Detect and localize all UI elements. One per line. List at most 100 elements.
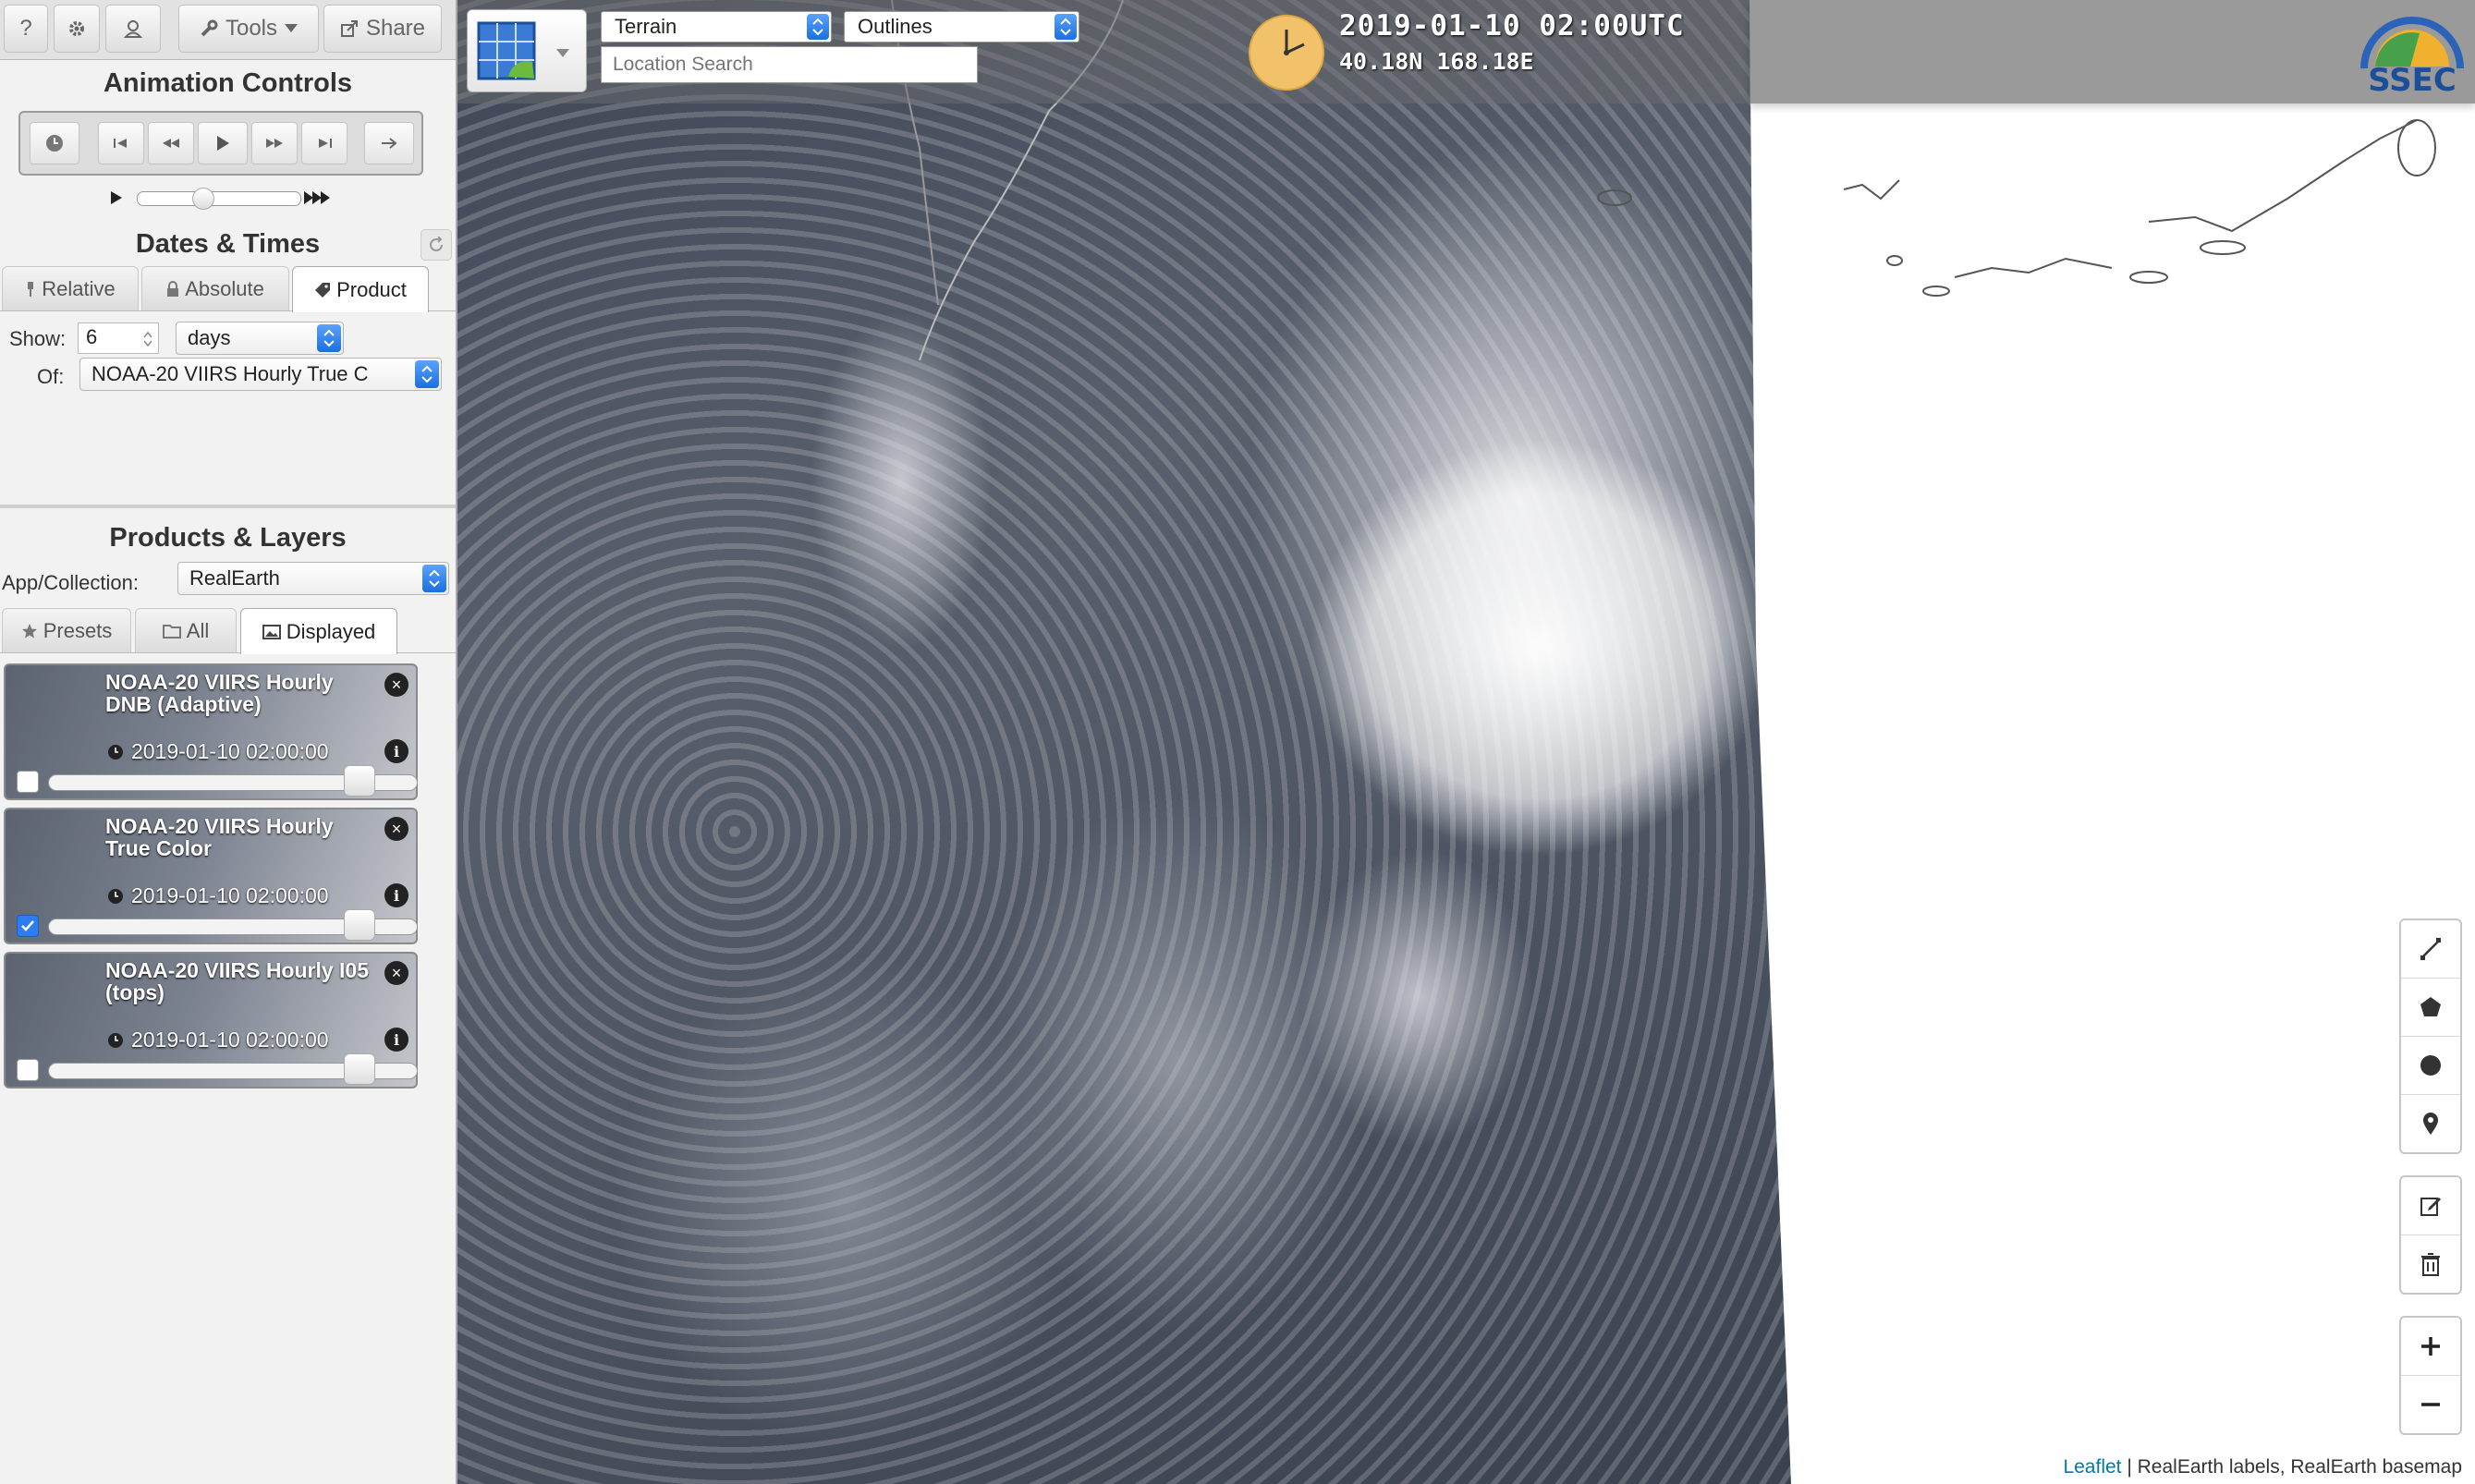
step-forward-button[interactable] [251, 122, 298, 164]
clock-icon [108, 888, 123, 904]
last-frame-button[interactable] [301, 122, 347, 164]
delete-layers-button[interactable] [2401, 1235, 2460, 1293]
folder-icon [162, 624, 181, 639]
speed-slider-track[interactable] [137, 191, 301, 206]
panel-divider[interactable] [0, 505, 456, 508]
draw-line-button[interactable] [2401, 920, 2460, 979]
show-count-value: 6 [86, 325, 98, 348]
edit-icon [2420, 1198, 2441, 1216]
draw-circle-button[interactable] [2401, 1037, 2460, 1095]
layer-card-dnb[interactable]: NOAA-20 VIIRS Hourly DNB (Adaptive) × 20… [4, 663, 418, 800]
zoom-in-button[interactable] [2401, 1318, 2460, 1376]
layer-card-i05[interactable]: NOAA-20 VIIRS Hourly I05 (tops) × 2019-0… [4, 952, 418, 1089]
clock-icon [108, 1032, 123, 1048]
loop-button[interactable] [30, 122, 79, 164]
opacity-slider-handle[interactable] [344, 909, 375, 941]
layer-time-value: 2019-01-10 02:00:00 [131, 1028, 329, 1052]
basemap-select[interactable]: Terrain [601, 11, 832, 43]
reset-dates-button[interactable] [421, 229, 452, 261]
opacity-slider-handle[interactable] [344, 765, 375, 797]
tab-relative[interactable]: Relative [2, 266, 139, 310]
show-count-input[interactable]: 6 [78, 322, 159, 354]
slow-icon [111, 191, 122, 204]
edit-layers-button[interactable] [2401, 1177, 2460, 1235]
show-label: Show: [9, 327, 67, 350]
first-frame-button[interactable] [98, 122, 144, 164]
draw-polygon-button[interactable] [2401, 979, 2460, 1037]
clock-icon [108, 744, 123, 760]
info-icon[interactable]: i [384, 1028, 408, 1052]
step-back-button[interactable] [148, 122, 194, 164]
leaflet-link[interactable]: Leaflet [2063, 1456, 2121, 1478]
tab-presets-label: Presets [43, 618, 113, 642]
of-product-select[interactable]: NOAA-20 VIIRS Hourly True C [79, 358, 442, 391]
close-icon[interactable]: × [384, 673, 408, 697]
animation-controls-title: Animation Controls [103, 68, 353, 98]
ssec-logo[interactable]: SSEC [2355, 13, 2469, 99]
tab-product-label: Product [336, 277, 407, 301]
speed-slider-handle[interactable] [192, 188, 214, 210]
opacity-slider-handle[interactable] [344, 1053, 375, 1085]
wrench-icon [201, 19, 218, 37]
overlay-select[interactable]: Outlines [844, 11, 1079, 43]
location-search-input[interactable] [601, 46, 978, 83]
user-button[interactable] [105, 5, 161, 53]
close-icon[interactable]: × [384, 961, 408, 985]
spinner-icon[interactable] [143, 331, 152, 347]
tab-presets[interactable]: Presets [2, 608, 131, 652]
plus-icon [2421, 1337, 2440, 1356]
circle-icon [2420, 1055, 2441, 1076]
layer-visibility-checkbox[interactable] [17, 771, 39, 793]
tab-relative-label: Relative [42, 276, 116, 300]
zoom-controls [2399, 1316, 2462, 1435]
attribution-text: | RealEarth labels, RealEarth basemap [2121, 1456, 2462, 1478]
skip-start-icon [114, 139, 127, 148]
tab-displayed[interactable]: Displayed [240, 608, 397, 654]
tag-icon [315, 282, 331, 298]
play-button[interactable] [198, 122, 248, 164]
layer-card-true-color[interactable]: NOAA-20 VIIRS Hourly True Color × 2019-0… [4, 808, 418, 944]
share-icon [340, 20, 358, 37]
help-icon: ? [19, 16, 32, 41]
draw-marker-button[interactable] [2401, 1095, 2460, 1152]
speed-control [109, 185, 340, 213]
products-tabs: Presets All Displayed [0, 608, 456, 654]
info-icon[interactable]: i [384, 739, 408, 763]
tab-absolute[interactable]: Absolute [141, 266, 289, 310]
fast-icon [304, 191, 330, 204]
layer-title: NOAA-20 VIIRS Hourly True Color [105, 814, 334, 860]
select-arrows-icon [807, 14, 829, 40]
show-unit-value: days [188, 326, 231, 349]
play-icon [217, 136, 229, 151]
zoom-out-button[interactable] [2401, 1376, 2460, 1433]
pin-icon [28, 281, 34, 297]
grid-map-icon [477, 21, 536, 80]
layer-visibility-checkbox[interactable] [17, 915, 39, 937]
collection-select[interactable]: RealEarth [177, 562, 449, 595]
minus-icon [2421, 1403, 2440, 1406]
time-clock-icon [1249, 15, 1324, 91]
products-layers-title: Products & Layers [109, 523, 347, 553]
basemap-picker-button[interactable] [467, 9, 587, 92]
image-icon [262, 624, 281, 639]
settings-button[interactable] [54, 5, 100, 53]
caret-down-icon [285, 24, 299, 32]
collection-label: App/Collection: [2, 571, 139, 594]
left-panel: ? Tools Share Animation Controls Dates &… [0, 0, 457, 1484]
close-icon[interactable]: × [384, 817, 408, 841]
timestamp-text: 2019-01-10 02:00UTC [1339, 9, 1685, 43]
fast-forward-icon [266, 139, 283, 148]
info-icon[interactable]: i [384, 883, 408, 907]
map-view[interactable]: Terrain Outlines 2019-01-10 02:00UTC 40.… [457, 0, 2475, 1484]
help-button[interactable]: ? [4, 5, 48, 53]
share-button[interactable]: Share [323, 5, 442, 53]
jump-to-latest-button[interactable] [364, 122, 414, 164]
tab-product[interactable]: Product [292, 266, 429, 312]
layer-time: 2019-01-10 02:00:00 [107, 739, 329, 764]
layer-visibility-checkbox[interactable] [17, 1059, 39, 1081]
layer-title: NOAA-20 VIIRS Hourly I05 (tops) [105, 958, 370, 1004]
layer-time-value: 2019-01-10 02:00:00 [131, 883, 329, 907]
tools-button[interactable]: Tools [178, 5, 319, 53]
show-unit-select[interactable]: days [176, 322, 344, 355]
tab-all[interactable]: All [135, 608, 237, 652]
